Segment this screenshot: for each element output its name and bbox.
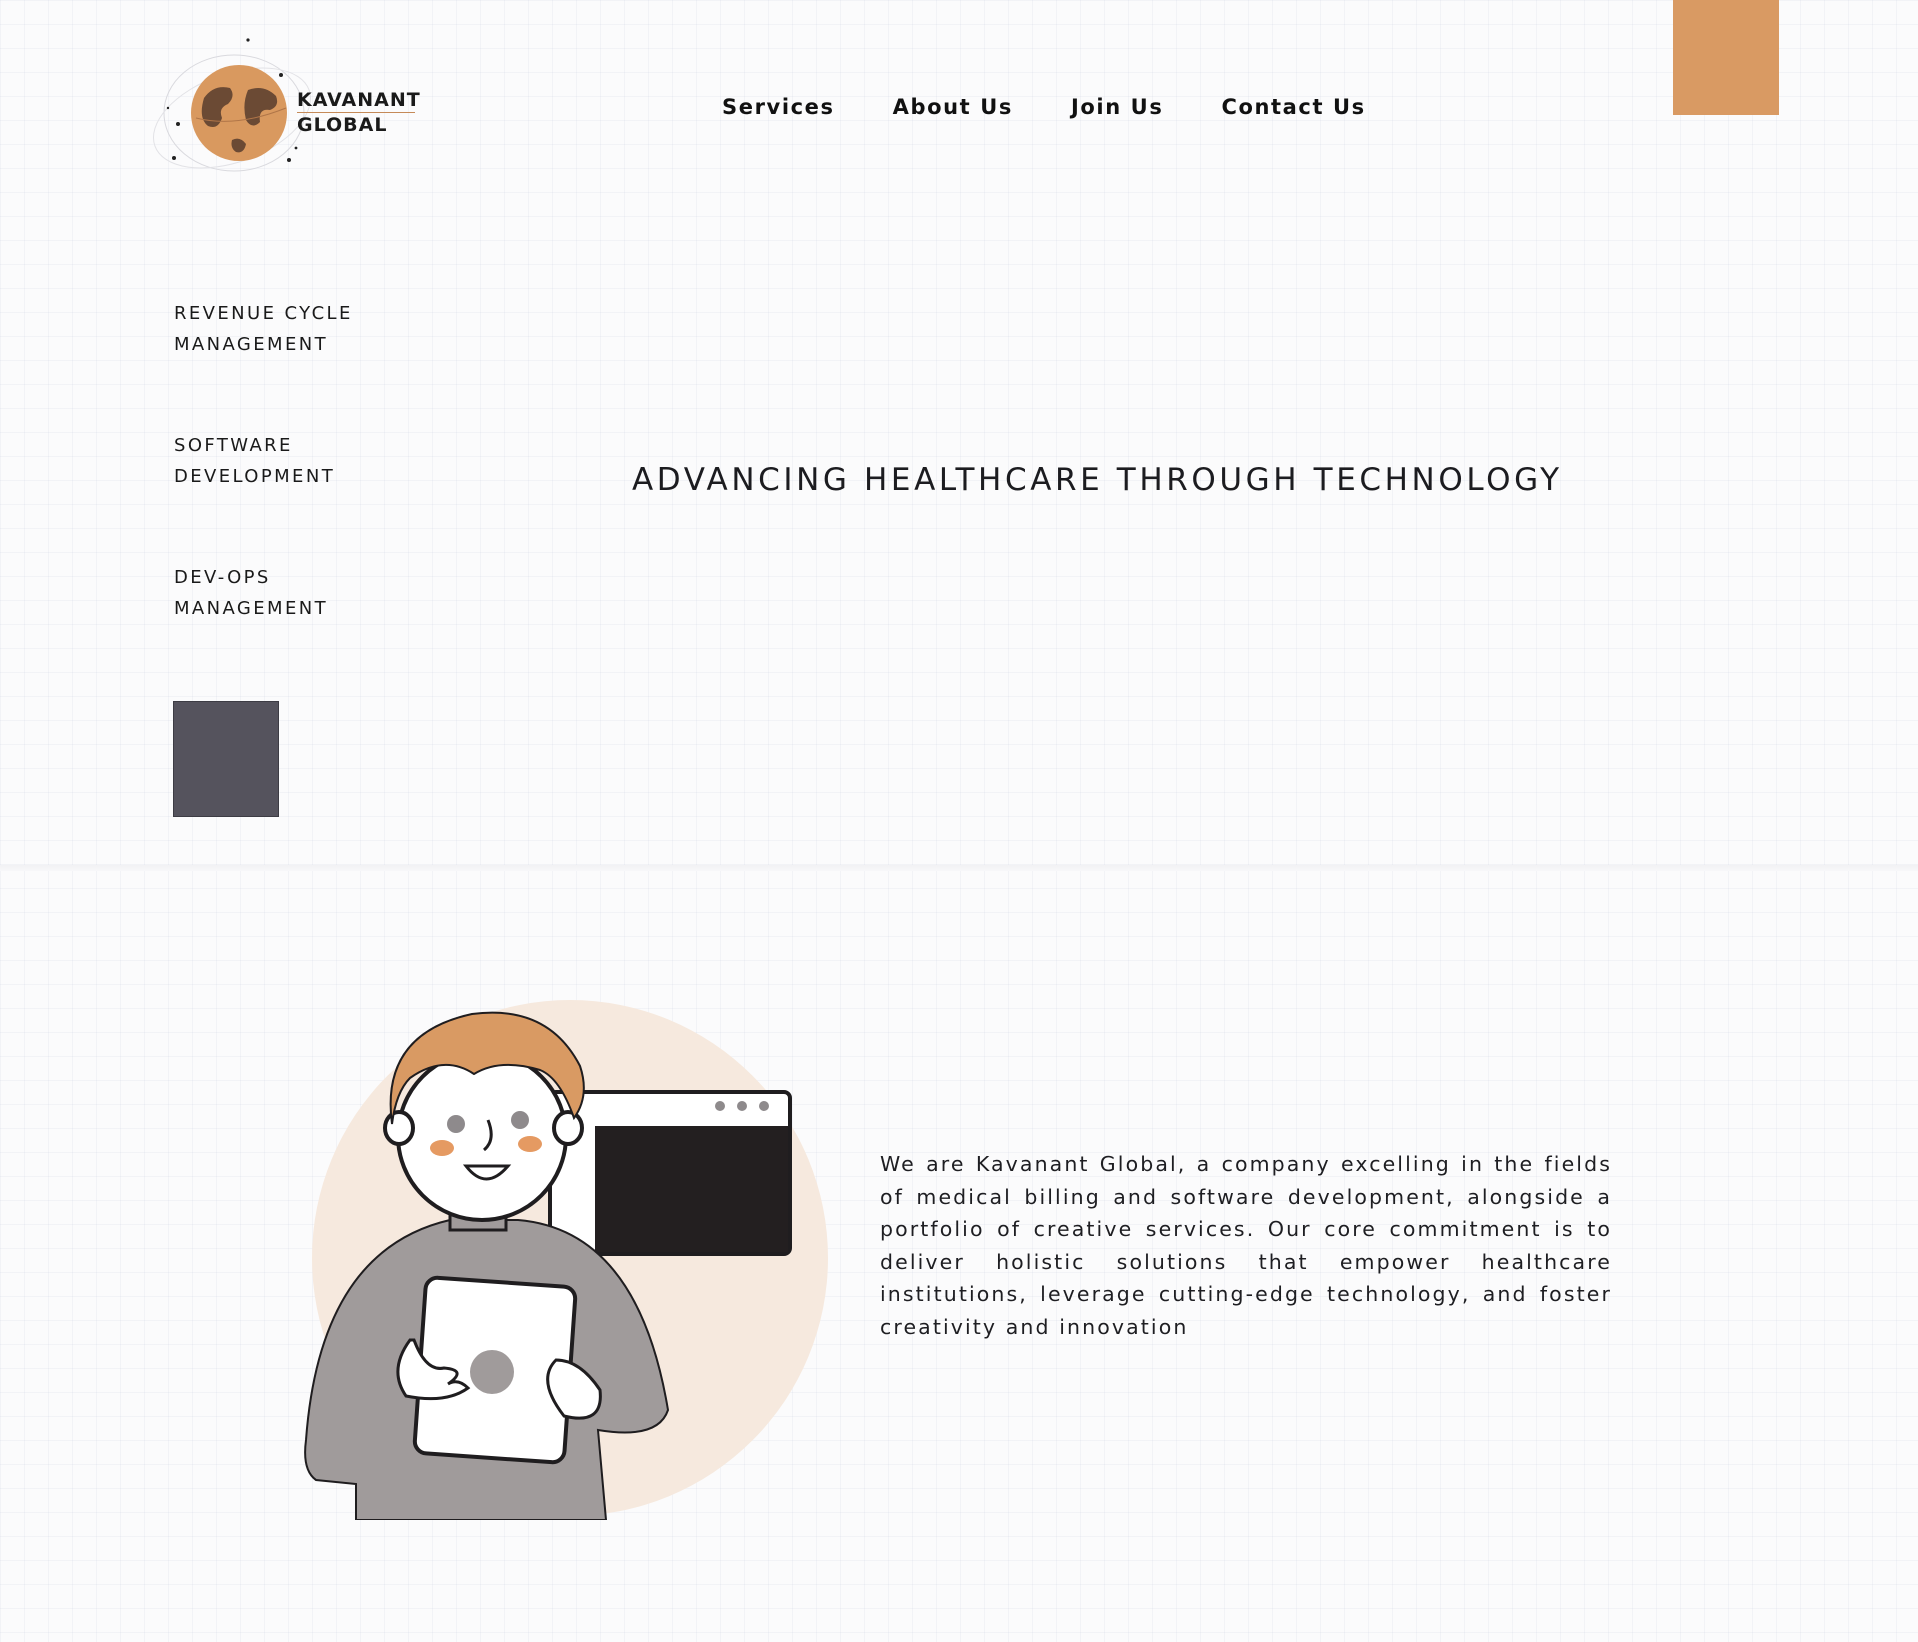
nav-contact-us[interactable]: Contact Us (1221, 95, 1365, 119)
accent-block (1673, 0, 1779, 115)
service-label-line1: REVENUE CYCLE (174, 303, 353, 324)
service-label-line1: DEV-OPS (174, 567, 271, 588)
hero-title: ADVANCING HEALTHCARE THROUGH TECHNOLOGY (632, 462, 1563, 498)
nav-join-us[interactable]: Join Us (1071, 95, 1163, 119)
service-label-line2: MANAGEMENT (174, 334, 328, 355)
service-label-line1: SOFTWARE (174, 435, 293, 456)
brand-name: KAVANANT GLOBAL (297, 88, 421, 137)
brand-logo[interactable]: KAVANANT GLOBAL (136, 28, 436, 198)
service-dev-ops-management[interactable]: DEV-OPS MANAGEMENT (174, 562, 414, 624)
brand-name-line2: GLOBAL (297, 112, 415, 137)
service-revenue-cycle-management[interactable]: REVENUE CYCLE MANAGEMENT (174, 298, 414, 360)
nav-about-us[interactable]: About Us (893, 95, 1013, 119)
nav-services[interactable]: Services (722, 95, 835, 119)
service-label-line2: DEVELOPMENT (174, 466, 336, 487)
service-software-development[interactable]: SOFTWARE DEVELOPMENT (174, 430, 414, 492)
person-with-tablet-illustration (304, 1000, 828, 1520)
service-label-line2: MANAGEMENT (174, 598, 328, 619)
service-list: REVENUE CYCLE MANAGEMENT SOFTWARE DEVELO… (174, 298, 414, 694)
main-nav: Services About Us Join Us Contact Us (722, 95, 1366, 119)
decorative-dark-block (173, 701, 279, 817)
globe-icon (152, 38, 312, 172)
about-description: We are Kavanant Global, a company excell… (880, 1152, 1612, 1339)
brand-name-line1: KAVANANT (297, 89, 421, 111)
section-divider (0, 865, 1918, 871)
